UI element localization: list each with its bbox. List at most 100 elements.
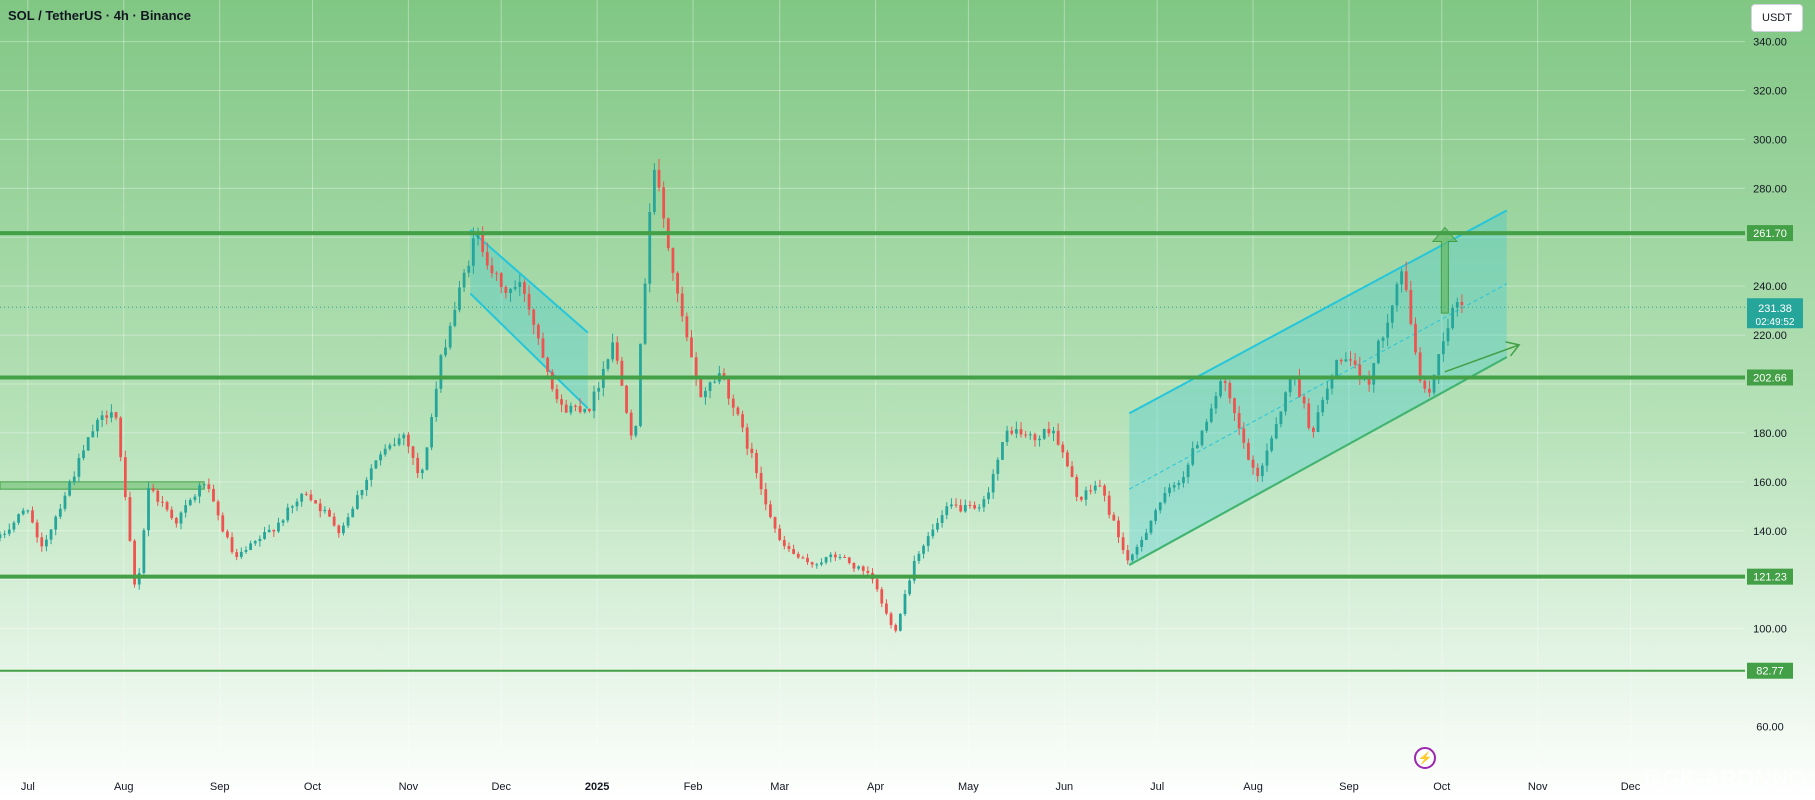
candle-body: [676, 272, 679, 294]
candle-body: [21, 510, 25, 515]
candle-body: [170, 509, 174, 519]
candle-body: [536, 324, 540, 339]
candle-body: [1311, 427, 1315, 433]
candle-body: [866, 570, 870, 573]
y-tick-label: 140.00: [1753, 526, 1787, 538]
candle-body: [68, 482, 72, 496]
candle-body: [281, 520, 285, 523]
candle-body: [1344, 359, 1348, 362]
candle-body: [504, 286, 508, 293]
candle-body: [648, 212, 652, 284]
candle-body: [193, 496, 197, 500]
candle-body: [982, 499, 986, 508]
lightning-bolt-icon[interactable]: ⚡: [1414, 747, 1436, 769]
y-tick-label: 220.00: [1753, 330, 1787, 342]
candle-body: [360, 490, 364, 496]
candle-body: [963, 504, 967, 512]
candle-body: [564, 404, 568, 413]
candle-body: [272, 529, 276, 532]
candle-body: [1024, 434, 1028, 436]
candle-body: [569, 405, 573, 413]
level-tag: 202.66: [1747, 369, 1793, 386]
candle-body: [833, 554, 837, 558]
candle-body: [212, 488, 215, 502]
candle-body: [764, 489, 768, 505]
x-tick-label: Sep: [210, 781, 230, 793]
candle-body: [1228, 382, 1232, 399]
candle-body: [968, 504, 972, 506]
candle-body: [1404, 271, 1408, 291]
candle-body: [1075, 476, 1079, 497]
candle-body: [63, 495, 67, 509]
candle-body: [954, 504, 958, 506]
candle-body: [448, 325, 452, 348]
candle-body: [852, 562, 856, 569]
currency-button[interactable]: USDT: [1751, 4, 1803, 32]
level-tag: 82.77: [1747, 662, 1793, 679]
candle-body: [258, 538, 262, 542]
y-tick-label: 240.00: [1753, 281, 1787, 293]
candle-body: [875, 579, 879, 590]
candle-body: [1154, 510, 1157, 521]
x-tick-label: Aug: [114, 781, 134, 793]
candle-body: [337, 525, 341, 534]
candle-body: [1260, 465, 1264, 477]
candle-body: [1140, 539, 1144, 547]
candle-body: [290, 506, 294, 508]
candle-body: [1321, 399, 1325, 413]
candle-body: [109, 412, 113, 418]
candle-body: [485, 252, 489, 266]
candle-body: [1131, 554, 1134, 561]
watermark-text: @GK-ARONNO: [1638, 766, 1807, 791]
candle-body: [950, 504, 953, 507]
candle-body: [267, 529, 271, 533]
candle-body: [973, 505, 976, 509]
candle-body: [221, 515, 225, 532]
candle-body: [959, 505, 963, 512]
candle-body: [17, 514, 20, 523]
candle-body: [1451, 307, 1455, 329]
candle-body: [1325, 388, 1329, 400]
candle-body: [300, 493, 304, 502]
x-tick-label: Sep: [1339, 781, 1359, 793]
candle-body: [439, 355, 443, 389]
price-chart[interactable]: 261.70 202.66 121.23 82.77 231.38 02:49:52 60…: [0, 0, 1815, 800]
candle-body: [546, 357, 550, 372]
candle-body: [1428, 388, 1431, 393]
candle-body: [523, 282, 526, 294]
x-tick-label: Nov: [1528, 781, 1548, 793]
x-tick-label: 2025: [585, 781, 609, 793]
candle-body: [100, 415, 104, 420]
candle-body: [1172, 485, 1176, 488]
candle-body: [490, 265, 494, 274]
candle-body: [351, 508, 355, 518]
candle-body: [1042, 428, 1046, 439]
candle-body: [1460, 302, 1464, 305]
candle-body: [1335, 359, 1338, 376]
candle-body: [1274, 424, 1278, 439]
candle-body: [1372, 363, 1376, 385]
candle-body: [861, 566, 865, 571]
candle-body: [1270, 438, 1274, 451]
candle-body: [1168, 487, 1171, 493]
candle-body: [1223, 381, 1227, 383]
candle-body: [759, 473, 763, 490]
candle-body: [1209, 408, 1213, 422]
candle-body: [202, 484, 206, 486]
candle-body: [736, 407, 740, 415]
support-zone: [0, 481, 205, 490]
candle-body: [407, 434, 410, 447]
candle-body: [1121, 537, 1125, 551]
candle-body: [555, 389, 559, 400]
x-tick-label: Jul: [21, 781, 35, 793]
candle-body: [977, 507, 981, 509]
x-tick-label: Jun: [1055, 781, 1073, 793]
candle-body: [471, 238, 475, 266]
candle-body: [1214, 396, 1218, 409]
candle-body: [1093, 485, 1097, 491]
candle-body: [643, 283, 647, 344]
y-tick-label: 280.00: [1753, 183, 1787, 195]
candle-body: [1205, 421, 1209, 431]
candle-body: [1376, 340, 1380, 364]
candle-body: [1177, 482, 1181, 486]
